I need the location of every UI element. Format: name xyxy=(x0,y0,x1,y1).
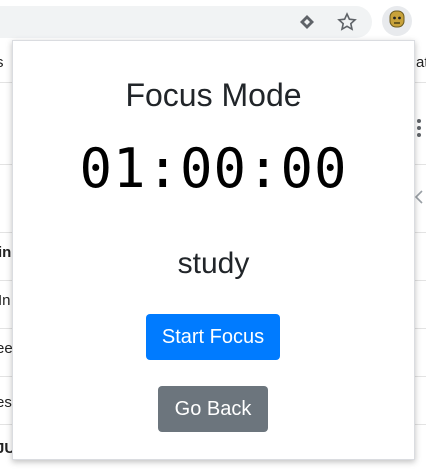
bg-fragment: ato xyxy=(416,54,426,71)
countdown-timer: 01:00:00 xyxy=(79,137,348,200)
bookmark-star-icon[interactable] xyxy=(335,10,359,34)
bg-fragment: es xyxy=(0,394,12,411)
extension-avatar-button[interactable] xyxy=(382,6,412,36)
browser-toolbar xyxy=(0,0,426,40)
start-focus-button[interactable]: Start Focus xyxy=(146,314,280,360)
bg-fragment: ee xyxy=(0,340,13,357)
bg-fragment: s xyxy=(0,54,4,71)
go-back-button[interactable]: Go Back xyxy=(158,386,268,432)
extension-avatar-icon xyxy=(389,10,405,33)
extension-diamond-icon[interactable] xyxy=(295,10,319,34)
bg-fragment: In xyxy=(0,292,11,309)
more-dots-icon xyxy=(414,118,424,143)
page-title: Focus Mode xyxy=(125,77,302,113)
chevron-left-icon xyxy=(414,190,424,209)
mode-label: study xyxy=(177,247,250,280)
focus-mode-popup: Focus Mode 01:00:00 study Start Focus Go… xyxy=(12,40,415,460)
bg-fragment: in xyxy=(0,244,12,261)
